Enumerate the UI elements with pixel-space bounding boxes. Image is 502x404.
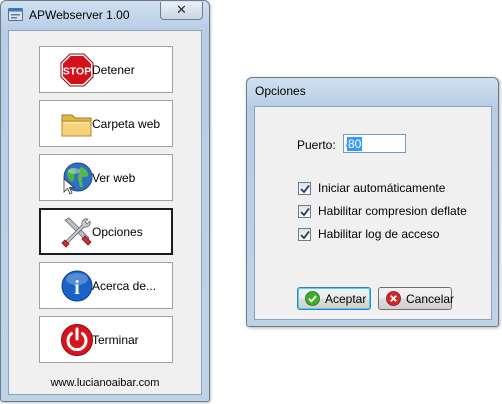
port-label: Puerto: <box>297 138 336 152</box>
options-dialog: Opciones Puerto: 80 Iniciar automáticame… <box>246 77 499 327</box>
close-button[interactable]: ✕ <box>160 2 203 20</box>
web-folder-button[interactable]: Carpeta web <box>39 100 173 147</box>
power-icon <box>61 323 93 356</box>
view-web-button-label: Ver web <box>92 170 136 185</box>
deflate-checkbox-row[interactable]: Habilitar compresion deflate <box>298 204 467 218</box>
options-button-label: Opciones <box>92 224 143 239</box>
cancel-button[interactable]: Cancelar <box>378 287 455 310</box>
accept-check-icon <box>305 291 320 306</box>
checkmark-icon <box>300 230 310 239</box>
cancel-x-icon <box>386 291 401 306</box>
about-button[interactable]: i Acerca de... <box>39 262 173 309</box>
deflate-label: Habilitar compresion deflate <box>318 204 467 218</box>
main-client-area: STOP Detener Carpeta web Ver web Opcione… <box>8 30 202 395</box>
deflate-checkbox[interactable] <box>298 204 311 218</box>
accept-label: Aceptar <box>325 291 367 306</box>
stop-sign-icon: STOP <box>60 53 94 86</box>
dialog-title: Opciones <box>255 84 306 98</box>
info-glyph: i <box>74 277 80 299</box>
autostart-label: Iniciar automáticamente <box>318 181 446 195</box>
window-title: APWebserver 1.00 <box>29 8 130 22</box>
dialog-client-area: Puerto: 80 Iniciar automáticamente Habil… <box>254 106 492 320</box>
access-log-label: Habilitar log de acceso <box>318 227 440 241</box>
stop-button-label: Detener <box>92 62 135 77</box>
access-log-checkbox-row[interactable]: Habilitar log de acceso <box>298 227 439 241</box>
stop-button[interactable]: STOP Detener <box>39 46 173 93</box>
app-icon <box>8 8 23 21</box>
access-log-checkbox[interactable] <box>298 227 311 241</box>
about-button-label: Acerca de... <box>92 278 157 293</box>
stop-sign-text: STOP <box>63 65 91 77</box>
options-button[interactable]: Opciones <box>39 208 173 255</box>
autostart-checkbox-row[interactable]: Iniciar automáticamente <box>298 181 445 195</box>
checkmark-icon <box>300 207 310 216</box>
cancel-label: Cancelar <box>406 291 455 306</box>
folder-icon <box>61 114 92 136</box>
exit-button[interactable]: Terminar <box>39 316 173 363</box>
checkmark-icon <box>300 184 310 193</box>
main-window: APWebserver 1.00 ✕ STOP Detener Carpeta … <box>0 0 210 402</box>
info-icon: i <box>61 270 93 301</box>
website-link[interactable]: www.lucianoaibar.com <box>9 377 201 389</box>
globe-icon <box>63 162 93 195</box>
accept-button[interactable]: Aceptar <box>297 287 371 310</box>
web-folder-button-label: Carpeta web <box>92 116 161 131</box>
view-web-button[interactable]: Ver web <box>39 154 173 201</box>
close-icon: ✕ <box>176 2 187 17</box>
port-value-selection: 80 <box>347 137 363 151</box>
exit-button-label: Terminar <box>92 332 139 347</box>
tools-icon <box>61 217 92 248</box>
autostart-checkbox[interactable] <box>298 181 311 195</box>
main-titlebar[interactable]: APWebserver 1.00 ✕ <box>1 1 209 29</box>
